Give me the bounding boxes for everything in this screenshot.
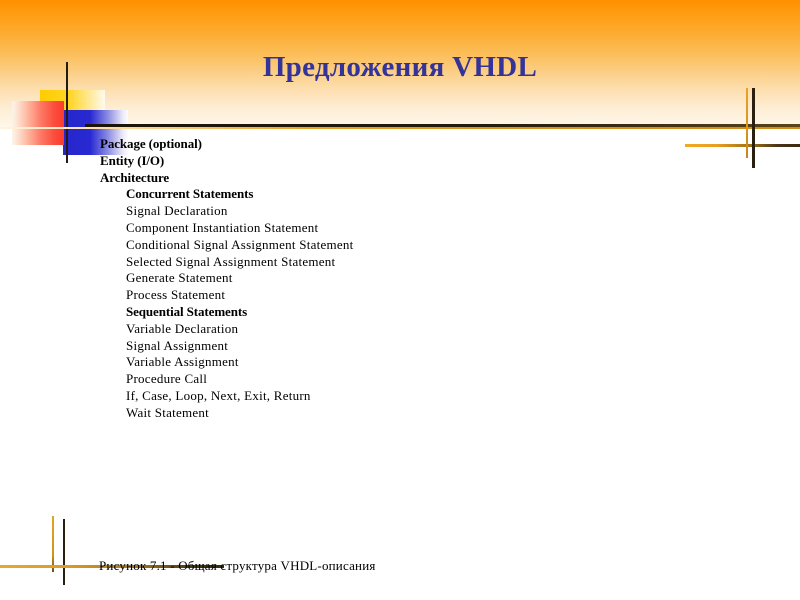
header-divider-orange-line-right [685, 144, 800, 147]
presentation-slide: Предложения VHDL Package (optional) Entit… [0, 0, 800, 600]
figure-caption: Рисунок 7.1 - Общая структура VHDL-описа… [99, 558, 376, 573]
list-item: Sequential Statements [126, 303, 248, 319]
decorative-vertical-line-bottom-gold [52, 516, 54, 572]
list-item: Package (optional) [100, 136, 202, 151]
list-item: Procedure Call [126, 371, 208, 387]
list-item: Variable Assignment [126, 354, 239, 370]
list-item: Component Instantiation Statement [126, 219, 319, 235]
list-item: Conditional Signal Assignment Statement [126, 236, 354, 252]
list-item: Architecture [100, 169, 170, 185]
vhdl-structure-list: Package (optional) Entity (I/O) Architectu… [100, 136, 660, 422]
decorative-vertical-line-left [66, 62, 68, 163]
list-item: If, Case, Loop, Next, Exit, Return [126, 387, 311, 403]
list-item: Selected Signal Assignment Statement [126, 253, 336, 269]
decorative-vertical-line-right-dark [752, 88, 755, 168]
header-divider-orange-line [0, 127, 800, 129]
list-item: Signal Assignment [126, 337, 229, 353]
list-item: Signal Declaration [126, 203, 228, 219]
list-item: Wait Statement [126, 404, 209, 420]
page-title: Предложения VHDL [262, 51, 538, 83]
decorative-vertical-line-bottom-dark [63, 519, 65, 585]
list-item: Process Statement [126, 287, 226, 303]
list-item: Variable Declaration [126, 320, 239, 336]
list-item: Entity (I/O) [100, 152, 165, 168]
decorative-red-rectangle [12, 101, 64, 145]
decorative-vertical-line-right-gold [746, 88, 748, 158]
list-item: Concurrent Statements [126, 186, 254, 202]
list-item: Generate Statement [126, 270, 233, 286]
